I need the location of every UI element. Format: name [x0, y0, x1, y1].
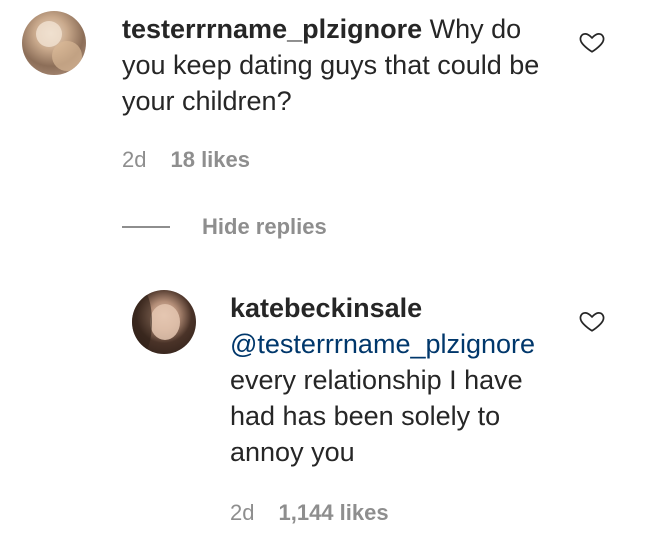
replies-divider	[122, 226, 170, 228]
comment-meta: 2d 18 likes	[122, 147, 250, 173]
hide-replies-button[interactable]: Hide replies	[122, 214, 327, 240]
reply-likes-count[interactable]: 1,144 likes	[278, 500, 388, 526]
heart-icon[interactable]	[579, 308, 605, 334]
reply-text: every relationship I have had has been s…	[230, 365, 523, 467]
reply-mention-link[interactable]: @testerrrname_plzignore	[230, 329, 535, 359]
reply-avatar[interactable]	[132, 290, 196, 354]
hide-replies-label[interactable]: Hide replies	[202, 214, 327, 240]
comment-body: testerrrname_plzignore Why do you keep d…	[122, 11, 562, 119]
commenter-avatar[interactable]	[22, 11, 86, 75]
comment-likes-count[interactable]: 18 likes	[170, 147, 250, 173]
heart-icon[interactable]	[579, 29, 605, 55]
reply-username[interactable]: katebeckinsale	[230, 293, 422, 323]
reply-timestamp[interactable]: 2d	[230, 500, 254, 526]
comment-username[interactable]: testerrrname_plzignore	[122, 14, 422, 44]
reply-body: katebeckinsale @testerrrname_plzignore e…	[230, 290, 565, 470]
comment-timestamp[interactable]: 2d	[122, 147, 146, 173]
reply-meta: 2d 1,144 likes	[230, 500, 389, 526]
